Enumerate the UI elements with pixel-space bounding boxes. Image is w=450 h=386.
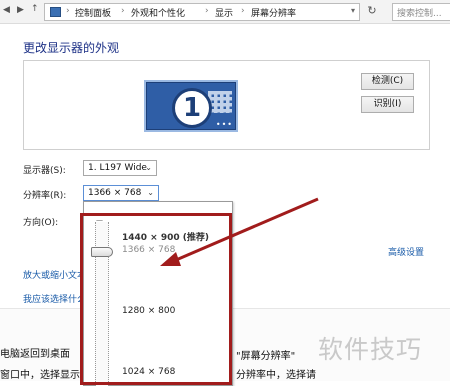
annotation-arrow-icon	[160, 197, 319, 266]
